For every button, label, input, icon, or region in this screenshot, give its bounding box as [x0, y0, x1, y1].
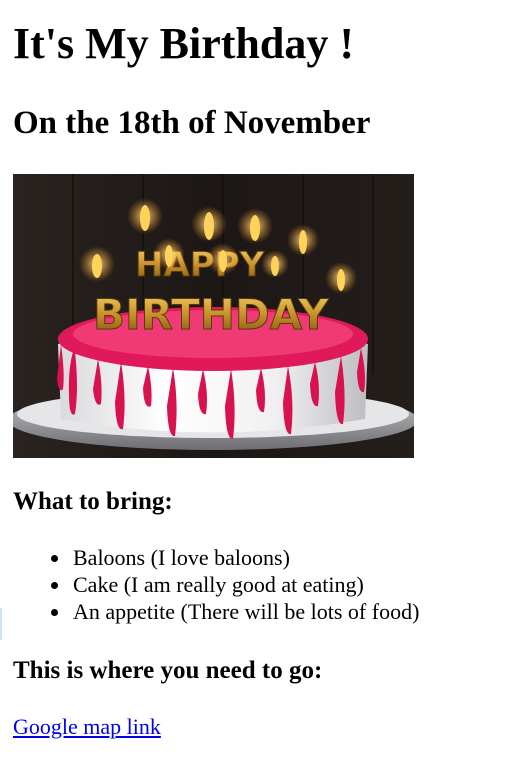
bring-heading: What to bring:	[13, 488, 173, 515]
bring-list: Baloons (I love baloons) Cake (I am real…	[13, 544, 419, 625]
list-item: Cake (I am really good at eating)	[50, 571, 419, 598]
location-heading: This is where you need to go:	[13, 657, 323, 684]
list-item: An appetite (There will be lots of food)	[50, 599, 420, 624]
left-edge-marker	[0, 608, 2, 640]
list-item: Baloons (I love baloons)	[50, 544, 419, 571]
page-title: It's My Birthday !	[13, 19, 354, 68]
birthday-cake-image: HAPPY BIRTHDAY	[13, 174, 414, 458]
google-map-link[interactable]: Google map link	[13, 713, 161, 741]
svg-text:BIRTHDAY: BIRTHDAY	[93, 290, 329, 339]
page-subtitle: On the 18th of November	[13, 105, 371, 141]
